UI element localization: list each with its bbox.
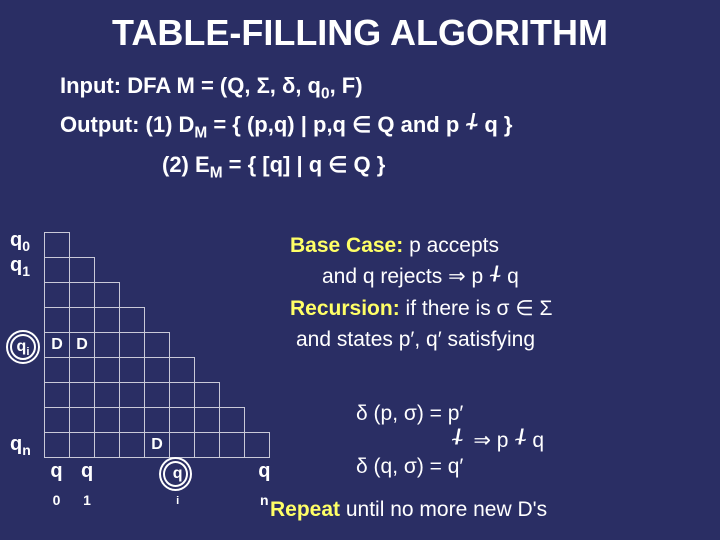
recursion-header: Recursion: [290, 297, 400, 320]
slide-title: TABLE-FILLING ALGORITHM [0, 0, 720, 54]
repeat-header: Repeat [270, 498, 340, 521]
circle-icon: qi [163, 461, 188, 487]
delta-equations: δ (p, σ) = p′ ~ ⇒ p ~ q δ (q, σ) = q′ [350, 400, 550, 481]
ylab-qi: qi [10, 334, 36, 359]
output1-pre: (1) D [139, 112, 194, 137]
not-approx-icon: ~ [465, 107, 478, 142]
output2-pre: (2) E [162, 152, 210, 177]
title-rest: ALGORITHM [381, 12, 608, 53]
not-approx-icon: ~ [489, 263, 501, 290]
y-axis-labels: q0 q1 qi qn [10, 230, 36, 459]
output2-tail: = { [q] | q ∈ Q } [223, 152, 386, 177]
output1-tail: q } [478, 112, 512, 137]
cell-d: D [45, 333, 70, 358]
delta-eq-p: δ (p, σ) = p′ [352, 402, 467, 426]
distinguishability-table: DD D [44, 232, 270, 458]
xlab-q0: q0 [44, 460, 69, 508]
base-case-line1: Base Case: p accepts [290, 232, 710, 259]
output-label: Output: [60, 112, 139, 137]
input-value: DFA M = (Q, Σ, δ, q [121, 73, 321, 98]
output1-sub: M [194, 124, 207, 141]
delta-implies: ⇒ p ~ q [469, 428, 548, 453]
title-strong: TABLE-FILLING [112, 12, 381, 53]
output1-mid: = { (p,q) | p,q ∈ Q and p [207, 112, 465, 137]
cell-d: D [70, 333, 95, 358]
recursion-line2: and states p′, q′ satisfying [290, 326, 710, 353]
xlab-q1: q1 [75, 460, 100, 508]
not-approx-icon: ~ [514, 429, 526, 453]
base-case-header: Base Case: [290, 234, 403, 257]
cell-d: D [145, 433, 170, 458]
io-block: Input: DFA M = (Q, Σ, δ, q0, F) Output: … [60, 68, 720, 146]
delta-eq-q: δ (q, σ) = q′ [352, 455, 467, 479]
algorithm-text: Base Case: p accepts and q rejects ⇒ p ~… [290, 232, 710, 357]
input-tail: , F) [330, 73, 363, 98]
ylab-q1: q1 [10, 255, 36, 280]
input-label: Input: [60, 73, 121, 98]
base-case-line2: and q rejects ⇒ p ~ q [290, 263, 710, 290]
recursion-line1: Recursion: if there is σ ∈ Σ [290, 295, 710, 322]
x-axis-labels: q0 q1 qi qn [44, 460, 277, 508]
repeat-line: Repeat until no more new D's [270, 498, 547, 522]
ylab-q0: q0 [10, 230, 36, 255]
not-approx-icon: ~ [451, 429, 463, 453]
circle-icon: qi [10, 334, 36, 360]
input-line: Input: DFA M = (Q, Σ, δ, q0, F) [60, 68, 720, 107]
output-line-2: (2) EM = { [q] | q ∈ Q } [162, 152, 720, 182]
output2-sub: M [210, 164, 223, 181]
output-line-1: Output: (1) DM = { (p,q) | p,q ∈ Q and p… [60, 107, 720, 146]
ylab-qn: qn [10, 434, 36, 459]
xlab-qi: qi [161, 461, 191, 506]
input-sub: 0 [321, 85, 330, 102]
